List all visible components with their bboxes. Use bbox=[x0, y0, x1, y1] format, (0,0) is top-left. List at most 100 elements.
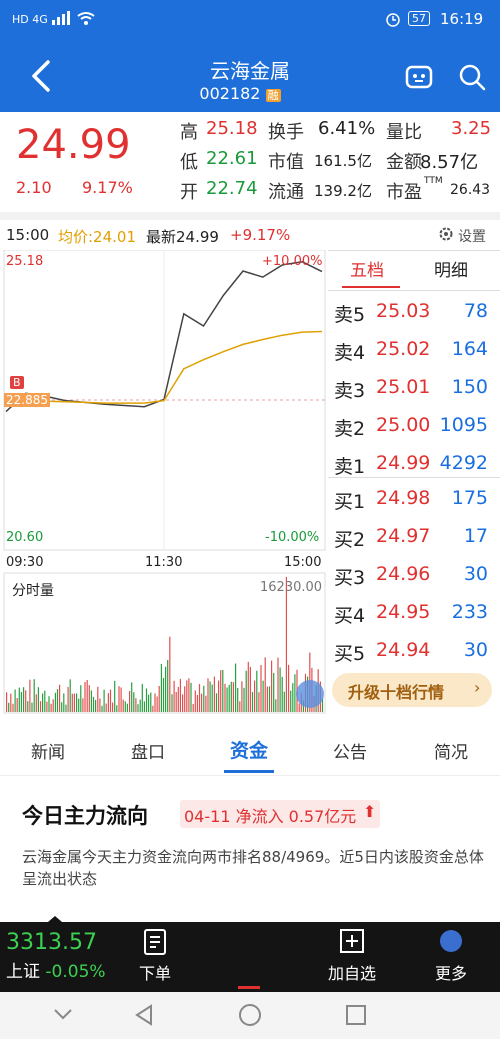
volume-bar bbox=[211, 684, 213, 712]
volume-bar bbox=[122, 699, 124, 712]
tab-2[interactable]: 资金 bbox=[199, 736, 299, 763]
volume-bar bbox=[292, 683, 294, 712]
volume-bar bbox=[120, 687, 122, 712]
volume-bar bbox=[95, 700, 97, 712]
volume-label: 分时量 bbox=[12, 583, 54, 599]
volume-bar bbox=[196, 695, 198, 712]
volume-bar bbox=[173, 680, 175, 712]
tab-detail[interactable]: 明细 bbox=[434, 256, 468, 281]
volume-bar bbox=[63, 693, 65, 712]
volume-bar bbox=[80, 685, 82, 712]
tab-3[interactable]: 公告 bbox=[300, 738, 400, 763]
volume-bar bbox=[239, 701, 241, 712]
chevron-right-icon: › bbox=[474, 678, 481, 697]
intraday-chart[interactable]: 25.18 +10.00% 20.60 -10.00% 22.885 B 09:… bbox=[0, 249, 328, 715]
upgrade-button[interactable]: 升级十档行情 › bbox=[332, 673, 492, 707]
volume-bar bbox=[285, 577, 287, 712]
volume-max: 16230.00 bbox=[260, 580, 323, 595]
index-widget[interactable]: 3313.57 上证 -0.05% bbox=[6, 930, 106, 982]
bid-label: 买5 bbox=[334, 643, 366, 665]
tab-1[interactable]: 盘口 bbox=[98, 738, 198, 763]
bid-row: 买1 24.98 175 bbox=[328, 479, 500, 517]
fund-flow-title: 今日主力流向 bbox=[22, 804, 148, 828]
quote-panel: 24.99 2.10 9.17% 高 25.18 低 22.61 开 22.74… bbox=[0, 112, 500, 216]
volume-bar bbox=[105, 703, 107, 712]
tab-4[interactable]: 简况 bbox=[401, 738, 500, 763]
volume-bar bbox=[243, 687, 245, 712]
bid-volume: 233 bbox=[451, 601, 488, 623]
search-icon[interactable] bbox=[458, 63, 488, 97]
volume-bar bbox=[50, 703, 52, 712]
volume-bar bbox=[124, 701, 126, 712]
volume-bar bbox=[268, 686, 271, 712]
nav-home-icon[interactable] bbox=[238, 1003, 262, 1031]
float-label: 流通 bbox=[268, 182, 304, 203]
latest-pct: +9.17% bbox=[230, 226, 291, 244]
ask-price: 24.99 bbox=[376, 452, 431, 474]
tab-0[interactable]: 新闻 bbox=[0, 738, 98, 763]
volume-bar bbox=[65, 704, 67, 712]
volume-bar bbox=[42, 693, 44, 712]
more-button[interactable]: 更多 bbox=[428, 928, 474, 984]
upgrade-label: 升级十档行情 bbox=[348, 683, 445, 702]
mktcap-label: 市值 bbox=[268, 152, 304, 173]
settings-icon[interactable] bbox=[438, 226, 454, 246]
turnover-label: 换手 bbox=[268, 122, 304, 143]
order-label: 下单 bbox=[138, 964, 171, 983]
volume-bar bbox=[44, 690, 46, 712]
volume-bar bbox=[188, 678, 190, 712]
ask-price: 25.02 bbox=[376, 338, 431, 360]
add-watchlist-button[interactable]: 加自选 bbox=[322, 928, 382, 984]
nav-back-icon[interactable] bbox=[134, 1004, 154, 1030]
robot-icon[interactable] bbox=[404, 63, 434, 95]
bid-volume: 30 bbox=[463, 563, 488, 585]
ask-row: 卖3 25.01 150 bbox=[328, 368, 500, 406]
volume-bar bbox=[112, 702, 114, 712]
nav-recent-icon[interactable] bbox=[345, 1004, 367, 1030]
volume-bar bbox=[169, 636, 171, 712]
tab-five-levels[interactable]: 五档 bbox=[350, 256, 384, 281]
volume-bar bbox=[213, 676, 215, 712]
volume-bar bbox=[133, 692, 135, 712]
price-change: 2.10 bbox=[16, 178, 52, 197]
volume-bar bbox=[97, 686, 99, 712]
volume-bar bbox=[241, 681, 243, 712]
avg-price: 均价:24.01 bbox=[58, 228, 136, 246]
volume-bar bbox=[73, 693, 75, 712]
volume-bar bbox=[237, 688, 239, 712]
caret-up-icon bbox=[48, 916, 62, 922]
volume-bar bbox=[14, 689, 16, 712]
volume-bar bbox=[101, 705, 103, 712]
ask-label: 卖5 bbox=[334, 304, 366, 326]
volume-bar bbox=[84, 682, 86, 712]
volume-bar bbox=[264, 657, 266, 712]
bid-price: 24.95 bbox=[376, 601, 431, 623]
net-inflow-badge: 04-11 净流入 0.57亿元 ⬆ bbox=[180, 800, 381, 828]
mktcap-value: 161.5亿 bbox=[314, 152, 372, 170]
volume-bar bbox=[18, 687, 20, 712]
volume-bar bbox=[76, 693, 78, 712]
high-label: 高 bbox=[180, 122, 198, 143]
nav-down-icon[interactable] bbox=[52, 1006, 74, 1026]
volume-bar bbox=[220, 670, 222, 712]
bid-price: 24.98 bbox=[376, 487, 431, 509]
volume-bar bbox=[266, 686, 268, 712]
settings-button[interactable]: 设置 bbox=[458, 226, 486, 246]
amount-value: 8.57亿 bbox=[420, 152, 479, 173]
last-price: 24.99 bbox=[16, 122, 131, 168]
time-mid: 11:30 bbox=[145, 555, 183, 570]
volume-bar bbox=[139, 699, 141, 712]
float-ball-icon[interactable] bbox=[296, 680, 324, 708]
order-button[interactable]: 下单 bbox=[130, 928, 180, 984]
volume-bar bbox=[37, 687, 39, 712]
volume-bar bbox=[207, 678, 209, 712]
volume-bar bbox=[232, 682, 234, 712]
volume-bar bbox=[129, 691, 131, 712]
volume-bar bbox=[203, 685, 205, 712]
ask-row: 卖5 25.03 78 bbox=[328, 292, 500, 330]
y-min-pct: -10.00% bbox=[265, 530, 320, 545]
volume-bar bbox=[29, 679, 31, 712]
volume-bar bbox=[52, 699, 54, 712]
system-nav-bar bbox=[0, 992, 500, 1039]
price-change-pct: 9.17% bbox=[82, 178, 133, 197]
